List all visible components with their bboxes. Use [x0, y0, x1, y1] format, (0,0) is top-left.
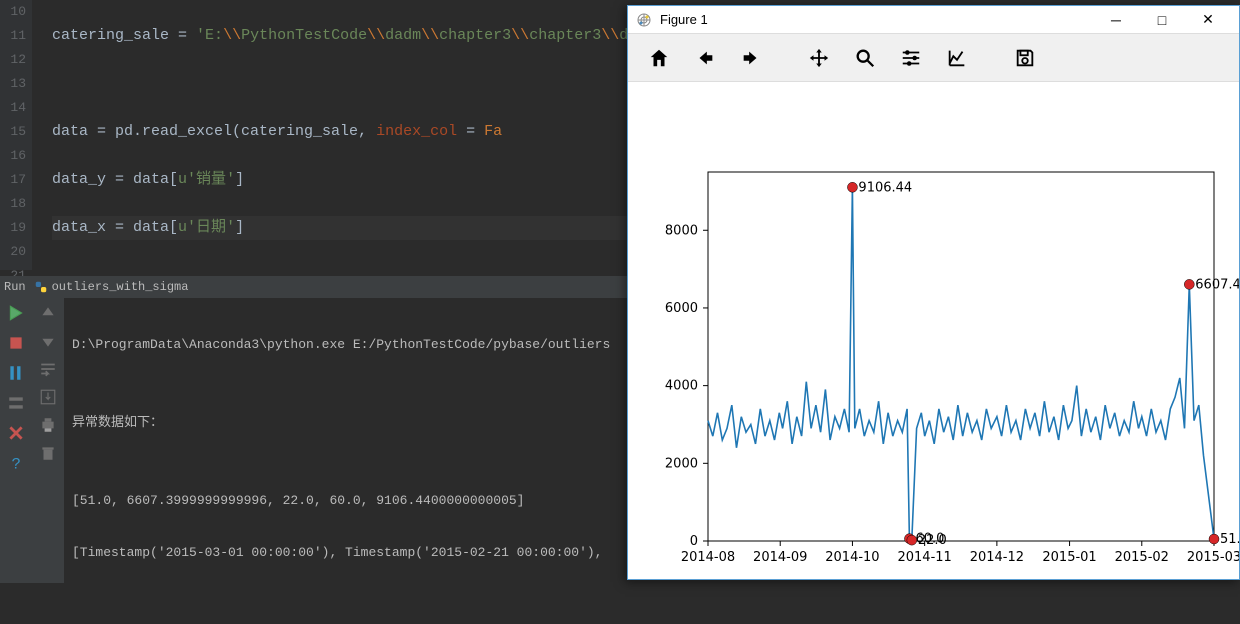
svg-text:2014-10: 2014-10 — [825, 550, 879, 565]
maximize-button[interactable]: □ — [1139, 6, 1185, 34]
matplotlib-toolbar — [628, 34, 1239, 82]
line-number: 20 — [0, 240, 26, 264]
figure-window: Figure 1 ─ □ ✕ 0 2000 4000 6000 8000 2014-08 2… — [627, 5, 1240, 580]
run-tool-window: Run outliers_with_sigma ? D:\ProgramData… — [0, 276, 627, 583]
line-number: 18 — [0, 192, 26, 216]
window-close-button[interactable]: ✕ — [1185, 6, 1231, 34]
line-number: 12 — [0, 48, 26, 72]
close-button[interactable] — [7, 424, 25, 442]
run-toolbar-left: ? — [0, 298, 32, 583]
console-line: [Timestamp('2015-03-01 00:00:00'), Times… — [72, 540, 619, 566]
back-button[interactable] — [684, 40, 726, 76]
figure-title: Figure 1 — [660, 12, 1093, 27]
console-output[interactable]: D:\ProgramData\Anaconda3\python.exe E:/P… — [64, 298, 627, 583]
svg-text:2014-09: 2014-09 — [753, 550, 807, 565]
line-number: 11 — [0, 24, 26, 48]
line-number: 17 — [0, 168, 26, 192]
console-line: [51.0, 6607.3999999999996, 22.0, 60.0, 9… — [72, 488, 619, 514]
up-stack-button[interactable] — [39, 304, 57, 322]
console-line: 异常数据如下： — [72, 410, 619, 436]
pan-button[interactable] — [798, 40, 840, 76]
pause-button[interactable] — [7, 364, 25, 382]
line-number: 14 — [0, 96, 26, 120]
svg-text:51.0: 51.0 — [1220, 532, 1239, 547]
run-toolbar-aux — [32, 298, 64, 583]
minimize-button[interactable]: ─ — [1093, 6, 1139, 34]
console-line: D:\ProgramData\Anaconda3\python.exe E:/P… — [72, 332, 619, 358]
svg-text:2014-08: 2014-08 — [681, 550, 735, 565]
svg-text:8000: 8000 — [665, 223, 698, 238]
line-number: 10 — [0, 0, 26, 24]
forward-button[interactable] — [730, 40, 772, 76]
plot-canvas[interactable]: 0 2000 4000 6000 8000 2014-08 2014-09 2014-10 20… — [628, 82, 1239, 579]
configure-subplots-button[interactable] — [890, 40, 932, 76]
print-button[interactable] — [39, 416, 57, 434]
line-number: 19 — [0, 216, 26, 240]
svg-text:?: ? — [12, 456, 21, 472]
clear-all-button[interactable] — [39, 444, 57, 462]
run-header: Run outliers_with_sigma — [0, 276, 627, 298]
zoom-button[interactable] — [844, 40, 886, 76]
rerun-button[interactable] — [7, 304, 25, 322]
svg-text:4000: 4000 — [665, 379, 698, 394]
dump-threads-button[interactable] — [7, 394, 25, 412]
svg-text:22.0: 22.0 — [918, 533, 947, 548]
svg-text:6000: 6000 — [665, 301, 698, 316]
stop-button[interactable] — [7, 334, 25, 352]
python-icon — [34, 280, 48, 294]
svg-text:6607.4: 6607.4 — [1195, 277, 1239, 292]
svg-text:0: 0 — [690, 534, 698, 549]
svg-text:9106.44: 9106.44 — [858, 180, 912, 195]
soft-wrap-button[interactable] — [39, 360, 57, 378]
svg-text:2015-02: 2015-02 — [1115, 550, 1169, 565]
run-config-name[interactable]: outliers_with_sigma — [52, 280, 189, 294]
figure-titlebar[interactable]: Figure 1 ─ □ ✕ — [628, 6, 1239, 34]
down-stack-button[interactable] — [39, 332, 57, 350]
help-button[interactable]: ? — [7, 454, 25, 472]
matplotlib-icon — [636, 12, 652, 28]
svg-text:2015-03: 2015-03 — [1187, 550, 1239, 565]
line-number: 13 — [0, 72, 26, 96]
save-button[interactable] — [1004, 40, 1046, 76]
gutter: 10 11 12 13 14 15 16 17 18 19 20 21 — [0, 0, 32, 270]
home-button[interactable] — [638, 40, 680, 76]
svg-text:2014-12: 2014-12 — [970, 550, 1024, 565]
edit-axes-button[interactable] — [936, 40, 978, 76]
scroll-to-end-button[interactable] — [39, 388, 57, 406]
svg-text:2014-11: 2014-11 — [897, 550, 951, 565]
line-number: 16 — [0, 144, 26, 168]
svg-text:2015-01: 2015-01 — [1042, 550, 1096, 565]
line-number: 15 — [0, 120, 26, 144]
svg-text:2000: 2000 — [665, 456, 698, 471]
run-tab-label[interactable]: Run — [4, 280, 26, 294]
